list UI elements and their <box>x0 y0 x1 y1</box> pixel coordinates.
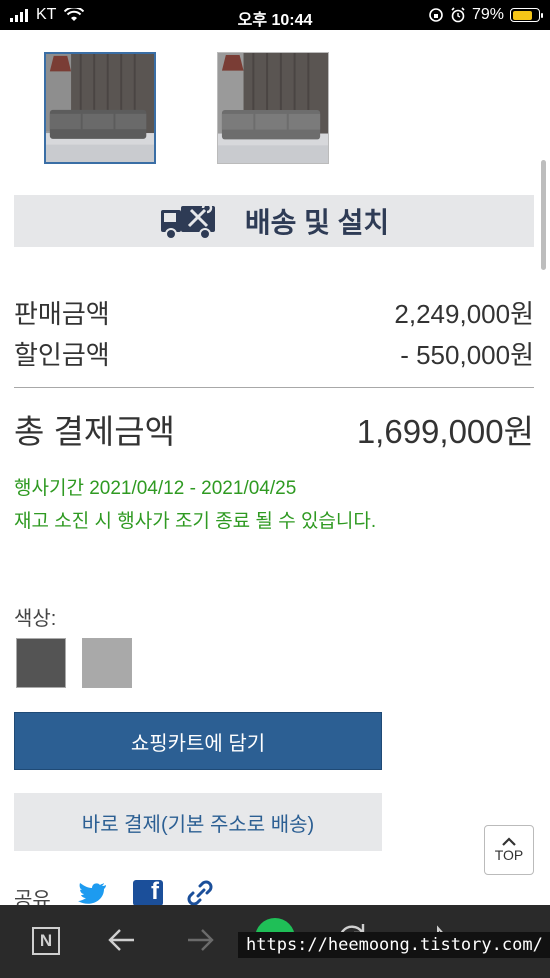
link-icon[interactable] <box>186 880 214 906</box>
total-value: 1,699,000원 <box>356 413 534 450</box>
watermark-url: https://heemoong.tistory.com/ <box>238 932 550 958</box>
scroll-top-button[interactable]: TOP <box>484 825 534 875</box>
sale-price-label: 판매금액 <box>14 299 110 329</box>
shipping-label: 배송 및 설치 <box>244 207 390 238</box>
add-to-cart-button[interactable]: 쇼핑카트에 담기 <box>14 712 382 770</box>
battery-icon <box>510 8 543 22</box>
sale-price-row: 판매금액 2,249,000원 <box>14 294 534 331</box>
buy-now-button[interactable]: 바로 결제(기본 주소로 배송) <box>14 793 382 851</box>
page-scrollbar[interactable] <box>541 160 546 270</box>
discount-label: 할인금액 <box>14 340 110 370</box>
color-label: 색상: <box>14 608 57 630</box>
scroll-top-label: TOP <box>494 847 524 863</box>
shipping-banner: 배송 및 설치 <box>14 195 534 247</box>
total-row: 총 결제금액 1,699,000원 <box>14 405 534 453</box>
delivery-truck-tools-icon <box>160 202 215 240</box>
product-thumbnail-2[interactable] <box>217 52 329 164</box>
promotion-notice: 재고 소진 시 행사가 조기 종료 될 수 있습니다. <box>14 511 377 532</box>
status-bar: KT 오후 10:44 79% <box>0 0 550 30</box>
status-right: 79% <box>428 6 543 24</box>
twitter-icon[interactable] <box>78 882 108 906</box>
battery-percent: 79% <box>471 6 504 23</box>
total-label: 총 결제금액 <box>14 413 175 450</box>
naver-n-icon[interactable]: N <box>28 923 64 959</box>
chevron-up-icon <box>502 837 516 846</box>
forward-arrow-icon[interactable] <box>184 926 216 954</box>
facebook-icon[interactable]: f <box>133 878 163 906</box>
promotion-period: 행사기간 2021/04/12 - 2021/04/25 <box>14 478 297 499</box>
discount-row: 할인금액 - 550,000원 <box>14 335 534 372</box>
color-swatch-dark-gray[interactable] <box>16 638 66 688</box>
sofa-image <box>46 54 154 162</box>
sale-price-value: 2,249,000원 <box>394 299 534 329</box>
back-arrow-icon[interactable] <box>106 926 138 954</box>
price-divider <box>14 387 534 388</box>
sofa-image <box>218 53 328 163</box>
alarm-icon <box>451 7 465 23</box>
product-thumbnail-1[interactable] <box>44 52 156 164</box>
orientation-lock-icon <box>429 8 443 22</box>
discount-value: - 550,000원 <box>400 340 534 370</box>
color-swatch-light-gray[interactable] <box>82 638 132 688</box>
